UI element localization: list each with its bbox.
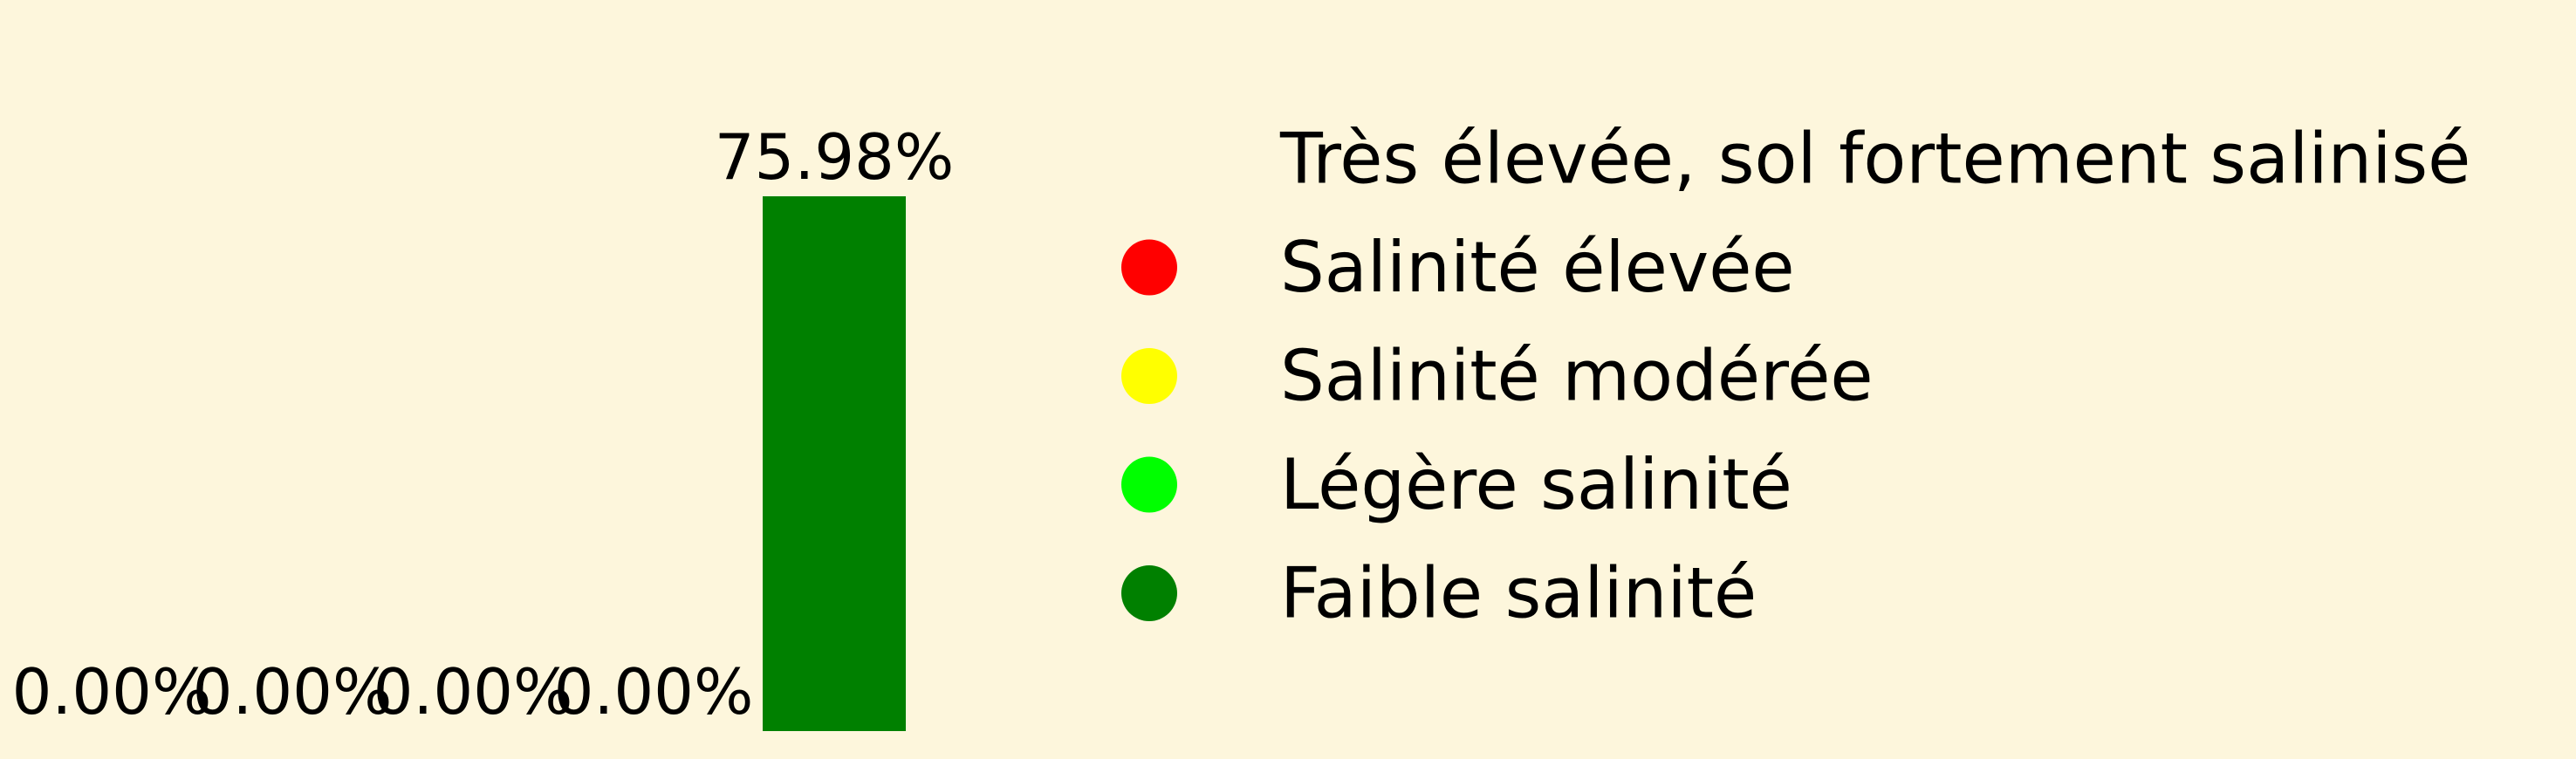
legend-marker-5: [1121, 565, 1177, 621]
bar-value-label-2: 0.00%: [193, 655, 393, 728]
legend-marker-4: [1121, 456, 1177, 513]
legend-label-3: Salinité modérée: [1280, 336, 1874, 417]
legend-label-2: Salinité élevée: [1280, 227, 1795, 308]
legend-marker-2: [1121, 239, 1177, 296]
legend: Très élevée, sol fortement salinisé Salin…: [1121, 119, 2470, 634]
chart-svg: 0.00%0.00%0.00%0.00%75.98% Très élevée, …: [12, 119, 2470, 731]
legend-label-4: Légère salinité: [1280, 444, 1792, 525]
legend-label-5: Faible salinité: [1280, 553, 1757, 634]
salinity-chart: 0.00% 0.00% 0.00% 0.00% 75.98% Très élevée, …: [0, 0, 2576, 759]
bar-value-label-1: 0.00%: [12, 655, 212, 728]
legend-marker-1: [1121, 131, 1177, 187]
bar-value-label-5: 75.98%: [715, 120, 955, 194]
bar-value-label-4: 0.00%: [554, 655, 754, 728]
bars-group: [763, 196, 906, 731]
bar-5: [763, 196, 906, 731]
legend-label-1: Très élevée, sol fortement salinisé: [1279, 119, 2470, 200]
bar-value-label-3: 0.00%: [373, 655, 573, 728]
legend-marker-3: [1121, 348, 1177, 404]
